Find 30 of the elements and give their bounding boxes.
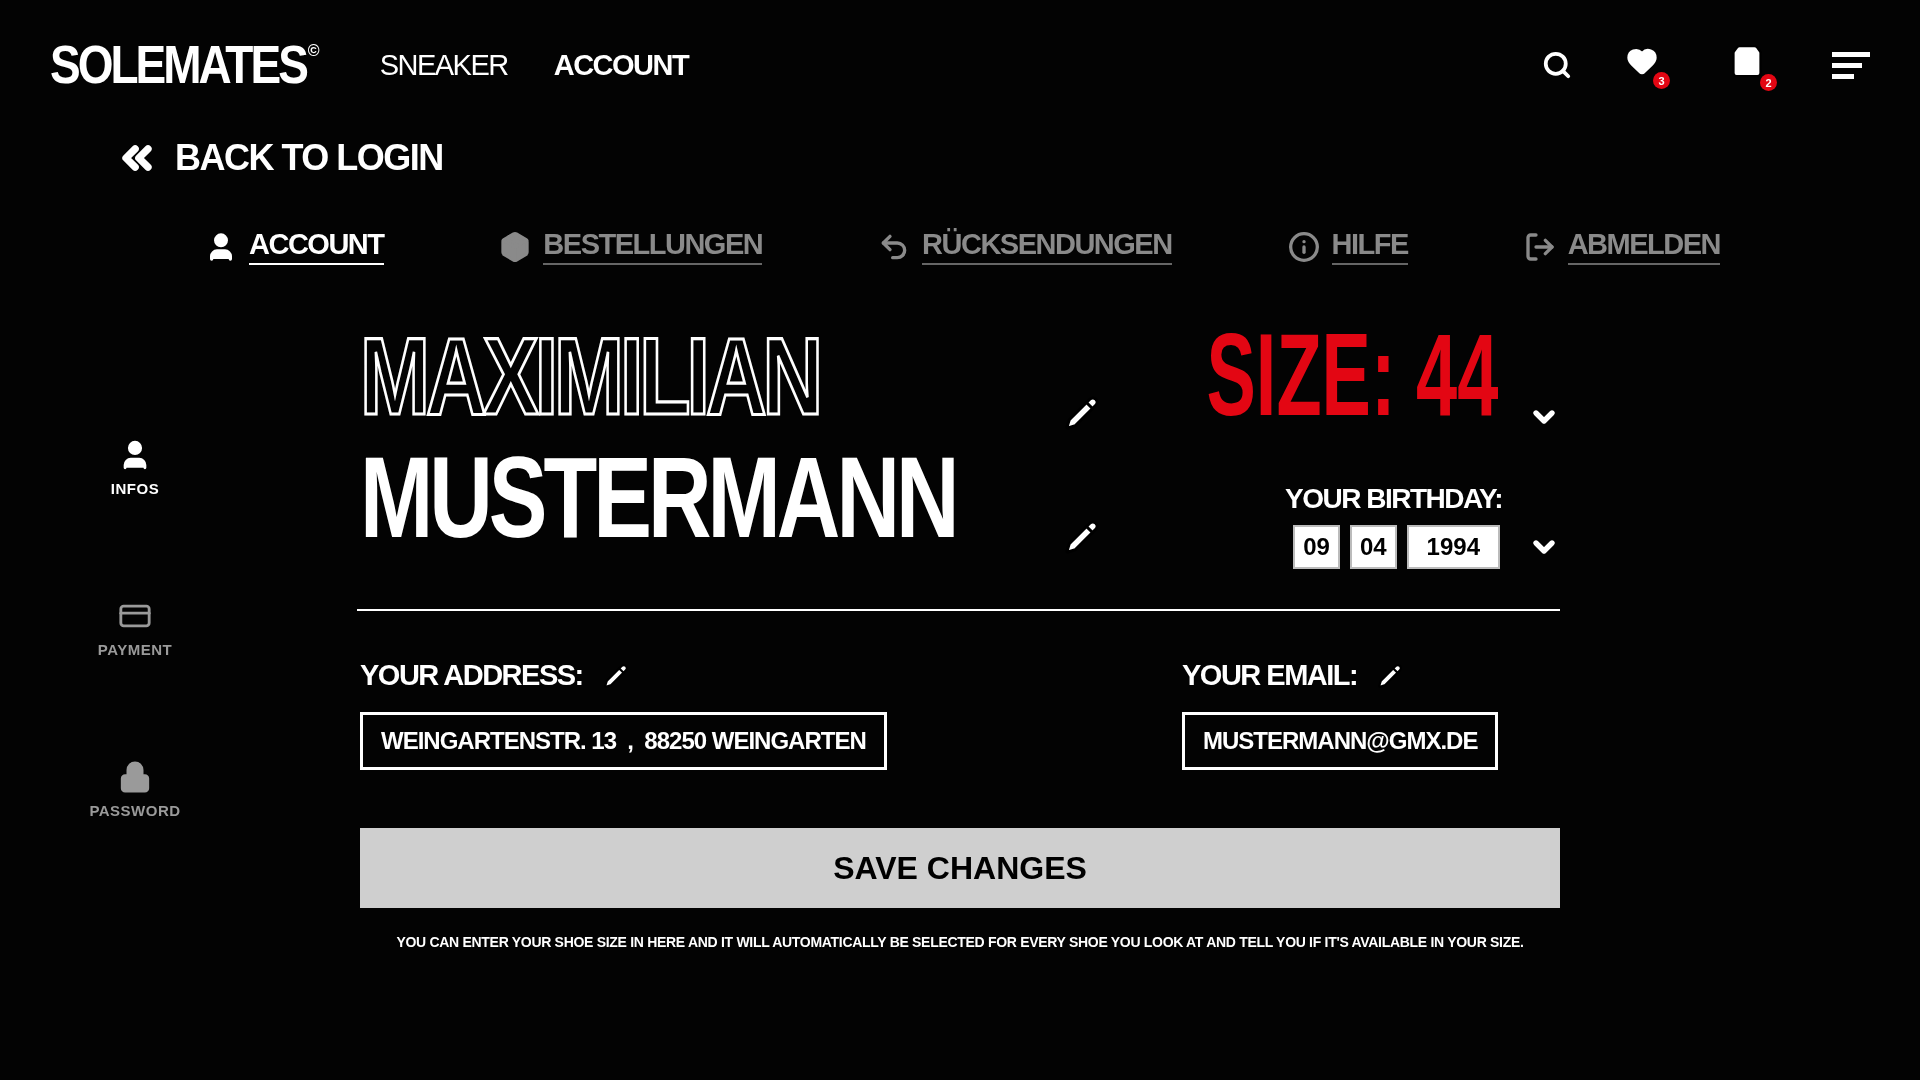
account-tab[interactable]: RÜCKSENDUNGEN xyxy=(878,228,1172,265)
sidebar-item[interactable]: PASSWORD xyxy=(83,759,187,820)
account-tab[interactable]: ACCOUNT xyxy=(205,228,384,265)
back-to-login-link[interactable]: BACK TO LOGIN xyxy=(115,136,443,180)
last-name: MUSTERMANN xyxy=(360,440,957,555)
address-field[interactable]: WEINGARTENSTR. 13 , 88250 WEINGARTEN xyxy=(360,712,887,770)
first-name: MAXIMILIAN xyxy=(360,321,821,431)
birthday-month-field[interactable]: 04 xyxy=(1349,525,1397,569)
nav-link[interactable]: ACCOUNT xyxy=(553,48,689,82)
account-tab[interactable]: HILFE xyxy=(1287,228,1408,265)
account-tab[interactable]: BESTELLUNGEN xyxy=(499,228,763,265)
copyright-mark: © xyxy=(307,42,320,60)
shoe-size-note: YOU CAN ENTER YOUR SHOE SIZE IN HERE AND IT WILL AUTOMATICALLY BE SELECTED FOR EVERY SHOE YOU LOOK AT AND TELL YOU IF IT'S AVAILABLE IN YOUR SIZE. xyxy=(395,934,1525,950)
email-field[interactable]: MUSTERMANN@GMX.DE xyxy=(1182,712,1499,770)
cart-button[interactable]: 2 xyxy=(1725,39,1777,91)
save-changes-button[interactable]: SAVE CHANGES xyxy=(360,828,1560,908)
birthday-label: YOUR BIRTHDAY: xyxy=(1285,483,1502,515)
sidebar-item[interactable]: PAYMENT xyxy=(91,598,179,659)
address-label: YOUR ADDRESS: xyxy=(360,659,583,692)
wishlist-button[interactable]: 3 xyxy=(1622,41,1670,89)
birthday-year-field[interactable]: 1994 xyxy=(1406,525,1500,569)
shoe-size: SIZE: 44 xyxy=(1206,316,1498,433)
nav-link[interactable]: SNEAKER xyxy=(379,48,508,82)
email-label: YOUR EMAIL: xyxy=(1182,659,1358,692)
birthday-day-field[interactable]: 09 xyxy=(1293,525,1340,569)
logo[interactable]: SOLEMATES xyxy=(50,33,306,97)
cart-count: 2 xyxy=(1760,74,1777,91)
wishlist-count: 3 xyxy=(1653,72,1670,89)
account-tab[interactable]: ABMELDEN xyxy=(1523,228,1720,265)
sidebar-item[interactable]: INFOS xyxy=(104,437,166,498)
